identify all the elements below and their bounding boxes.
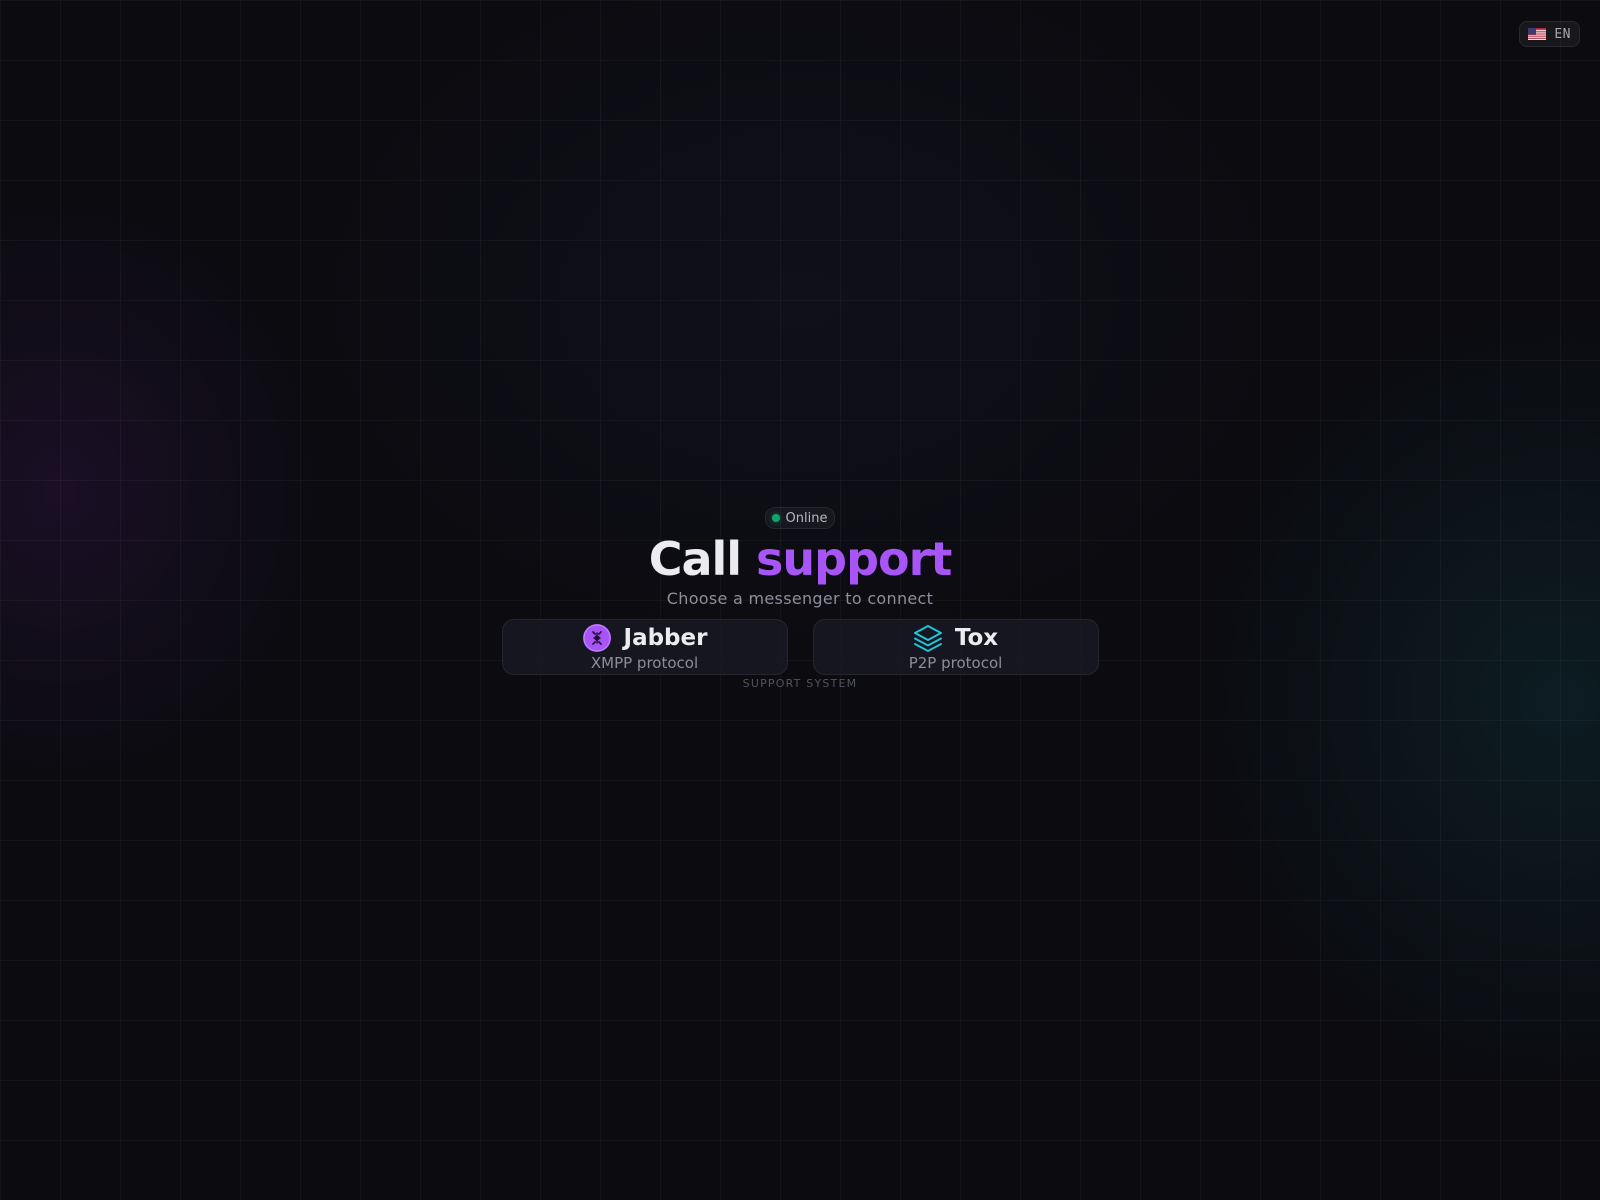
jabber-icon [582,623,611,652]
page-title-plain: Call [648,532,742,586]
layers-icon [913,624,942,652]
jabber-card-header: Jabber [582,623,708,653]
jabber-title: Jabber [623,624,708,651]
tox-title: Tox [954,624,999,651]
page-subtitle: Choose a messenger to connect [666,589,934,608]
status-badge: Online [764,507,836,529]
us-flag-icon [1528,28,1547,40]
messenger-options: Jabber XMPP protocol Tox P2P protocol [501,619,1099,675]
page-title: Call support [648,531,953,587]
footer-label: SUPPORT SYSTEM [742,677,858,690]
tox-card-header: Tox [913,623,998,653]
language-toggle[interactable]: EN [1519,21,1580,47]
status-label: Online [785,510,828,526]
jabber-protocol: XMPP protocol [590,653,699,672]
page: EN Online Call support Choose a messenge… [0,0,1600,1200]
hero: Online Call support Choose a messenger t… [0,507,1600,690]
tox-button[interactable]: Tox P2P protocol [812,619,1099,675]
status-dot [771,514,780,522]
jabber-button[interactable]: Jabber XMPP protocol [501,619,788,675]
page-title-accent: support [756,532,952,586]
tox-protocol: P2P protocol [908,653,1003,672]
language-label: EN [1554,26,1571,42]
